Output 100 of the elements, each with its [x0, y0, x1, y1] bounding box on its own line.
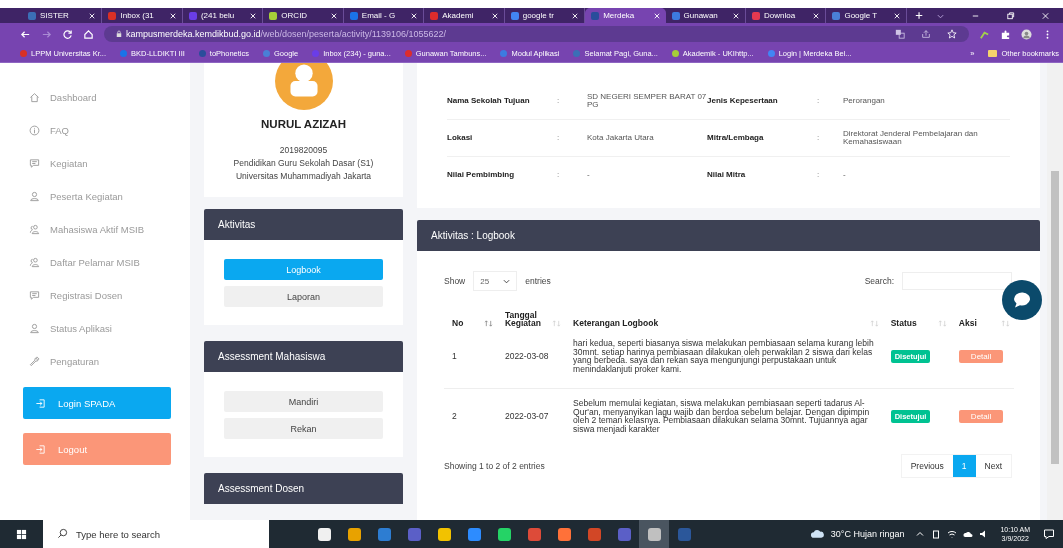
favicon-icon	[671, 11, 680, 20]
chat-icon[interactable]	[1002, 280, 1042, 320]
windows-icon[interactable]	[16, 528, 27, 540]
avatar-icon[interactable]	[1021, 28, 1032, 40]
panel-button[interactable]: Mandiri	[224, 391, 383, 412]
column-header[interactable]: Aksi	[958, 319, 977, 327]
chevron-down-icon	[503, 277, 511, 285]
favicon-icon	[188, 11, 197, 20]
cloud-icon[interactable]	[963, 529, 974, 539]
student-id: 2019820095	[279, 144, 328, 157]
users-icon	[29, 224, 40, 235]
field-separator: :	[817, 96, 820, 106]
scrollbar[interactable]	[1047, 63, 1063, 520]
field-label: Nilai Mitra	[707, 170, 746, 180]
chat-icon	[29, 158, 40, 169]
sort-icon[interactable]	[483, 320, 493, 327]
field-separator: :	[817, 133, 820, 143]
puzzle-icon[interactable]	[1000, 28, 1011, 40]
favicon-icon	[349, 11, 358, 20]
field-label: Nilai Pembimbing	[447, 170, 515, 180]
search-field[interactable]	[902, 272, 1012, 290]
close-icon[interactable]	[250, 12, 257, 19]
panel-button[interactable]: Rekan	[224, 418, 383, 439]
user-icon	[29, 191, 40, 202]
field-separator: :	[557, 170, 560, 180]
field-value: Perorangan	[843, 96, 885, 106]
field-value: -	[587, 170, 590, 180]
chevron-up-icon[interactable]	[915, 529, 926, 539]
share-icon[interactable]	[921, 29, 931, 39]
app-icon[interactable]	[437, 527, 451, 541]
login-icon	[35, 397, 46, 409]
translate-icon[interactable]	[895, 29, 905, 39]
app-icon[interactable]	[557, 527, 571, 541]
star-icon[interactable]	[947, 29, 957, 39]
field-value: Direktorat Jenderal Pembelajaran dan Kemahasiswaan	[843, 129, 979, 147]
login-icon	[35, 443, 46, 455]
reload-icon[interactable]	[62, 28, 73, 40]
chat-icon	[29, 290, 40, 301]
app-icon[interactable]	[347, 527, 361, 541]
favicon-icon	[430, 11, 439, 20]
field-value: Kota Jakarta Utara	[587, 133, 654, 143]
field-separator: :	[557, 96, 560, 106]
cloud-icon	[809, 529, 825, 539]
taskbar-search-field[interactable]: Type here to search	[43, 520, 269, 548]
favicon-icon	[269, 11, 278, 20]
user-icon	[29, 323, 40, 334]
close-icon[interactable]	[653, 12, 660, 19]
app-icon[interactable]	[497, 527, 511, 541]
column-header[interactable]: Tanggal Kegiatan	[504, 311, 549, 327]
app-icon[interactable]	[317, 527, 331, 541]
close-icon[interactable]	[572, 12, 579, 19]
student-name: NURUL AZIZAH	[261, 118, 346, 130]
home-icon	[29, 92, 40, 103]
table-cell: 2	[452, 411, 457, 422]
column-header[interactable]: Keterangan Logbook	[573, 319, 659, 327]
favicon-icon	[108, 11, 117, 20]
table-cell: Sebelum memulai kegiatan, siswa melakukan pembiasaan seperti tadarus Al-Qur'an, menyanyikan lagu wajib dan berdoa sebelum belajar. Dengan dipimpin oleh 2 teman kelasnya. Pembiasaan dilakukan selama 30mnt. Tujuannya agar siswa menjadi karakter	[573, 397, 870, 434]
field-label: Mitra/Lembaga	[707, 133, 764, 143]
panel-header: Aktivitas	[204, 209, 403, 240]
column-header[interactable]: No	[452, 319, 464, 327]
close-icon[interactable]	[491, 12, 498, 19]
close-icon[interactable]	[169, 12, 176, 19]
panel-header: Assessment Mahasiswa	[204, 341, 403, 372]
field-value: SD NEGERI SEMPER BARAT 07 PG	[587, 92, 707, 110]
university-name: Universitas Muhammadiyah Jakarta	[235, 170, 372, 183]
search-icon	[57, 528, 68, 539]
entries-summary: Showing 1 to 2 of 2 entries	[444, 460, 545, 471]
page-size-select[interactable]: 25	[473, 271, 518, 291]
restore-icon[interactable]	[1006, 10, 1015, 21]
panel-button[interactable]: Laporan	[224, 286, 383, 307]
wifi-icon[interactable]	[947, 529, 958, 539]
lock-icon	[116, 30, 122, 38]
field-separator: :	[817, 170, 820, 180]
field-separator: :	[557, 133, 560, 143]
close-icon[interactable]	[330, 12, 337, 19]
entries-label: entries	[525, 276, 551, 286]
close-icon[interactable]	[411, 12, 418, 19]
table-cell: 1	[452, 351, 457, 362]
favicon-icon	[510, 11, 519, 20]
search-label: Search:	[864, 276, 894, 286]
close-icon[interactable]	[893, 12, 900, 19]
close-icon[interactable]	[89, 12, 96, 19]
field-label: Lokasi	[447, 133, 473, 143]
study-program: Pendidikan Guru Sekolah Dasar (S1)	[233, 157, 374, 170]
home-icon[interactable]	[83, 28, 94, 40]
field-value: -	[843, 170, 846, 180]
browser-tab[interactable]: Merdeka	[585, 8, 666, 23]
field-label: Jenis Kepesertaan	[707, 96, 778, 106]
table-cell: 2022-03-08	[504, 351, 549, 362]
table-cell: hari kedua, seperti biasanya siswa melakukan pembiasaan selama kurang lebih 30mnt. setiap harinya pembiasaan dilakukan oleh perwakilan 2 siswa dari kelas yang berbeda. saya dan rekan saya mengunjungi perpustakaan untuk menindaklanjuti proker kami.	[573, 338, 874, 375]
show-label: Show	[444, 276, 466, 286]
new-tab-icon[interactable]	[914, 11, 923, 20]
address-bar[interactable]: kampusmerdeka.kemdikbud.go.id/web/dosen/peserta/activity/1139106/1055622/	[104, 26, 969, 42]
users-icon	[29, 257, 40, 268]
column-header[interactable]: Status	[890, 319, 917, 327]
panel-header: Assessment Dosen	[204, 473, 403, 504]
weather-text[interactable]: 30°C Hujan ringan	[830, 529, 905, 539]
close-icon[interactable]	[733, 12, 739, 19]
close-icon[interactable]	[813, 12, 820, 19]
notification-icon[interactable]	[1043, 528, 1055, 540]
